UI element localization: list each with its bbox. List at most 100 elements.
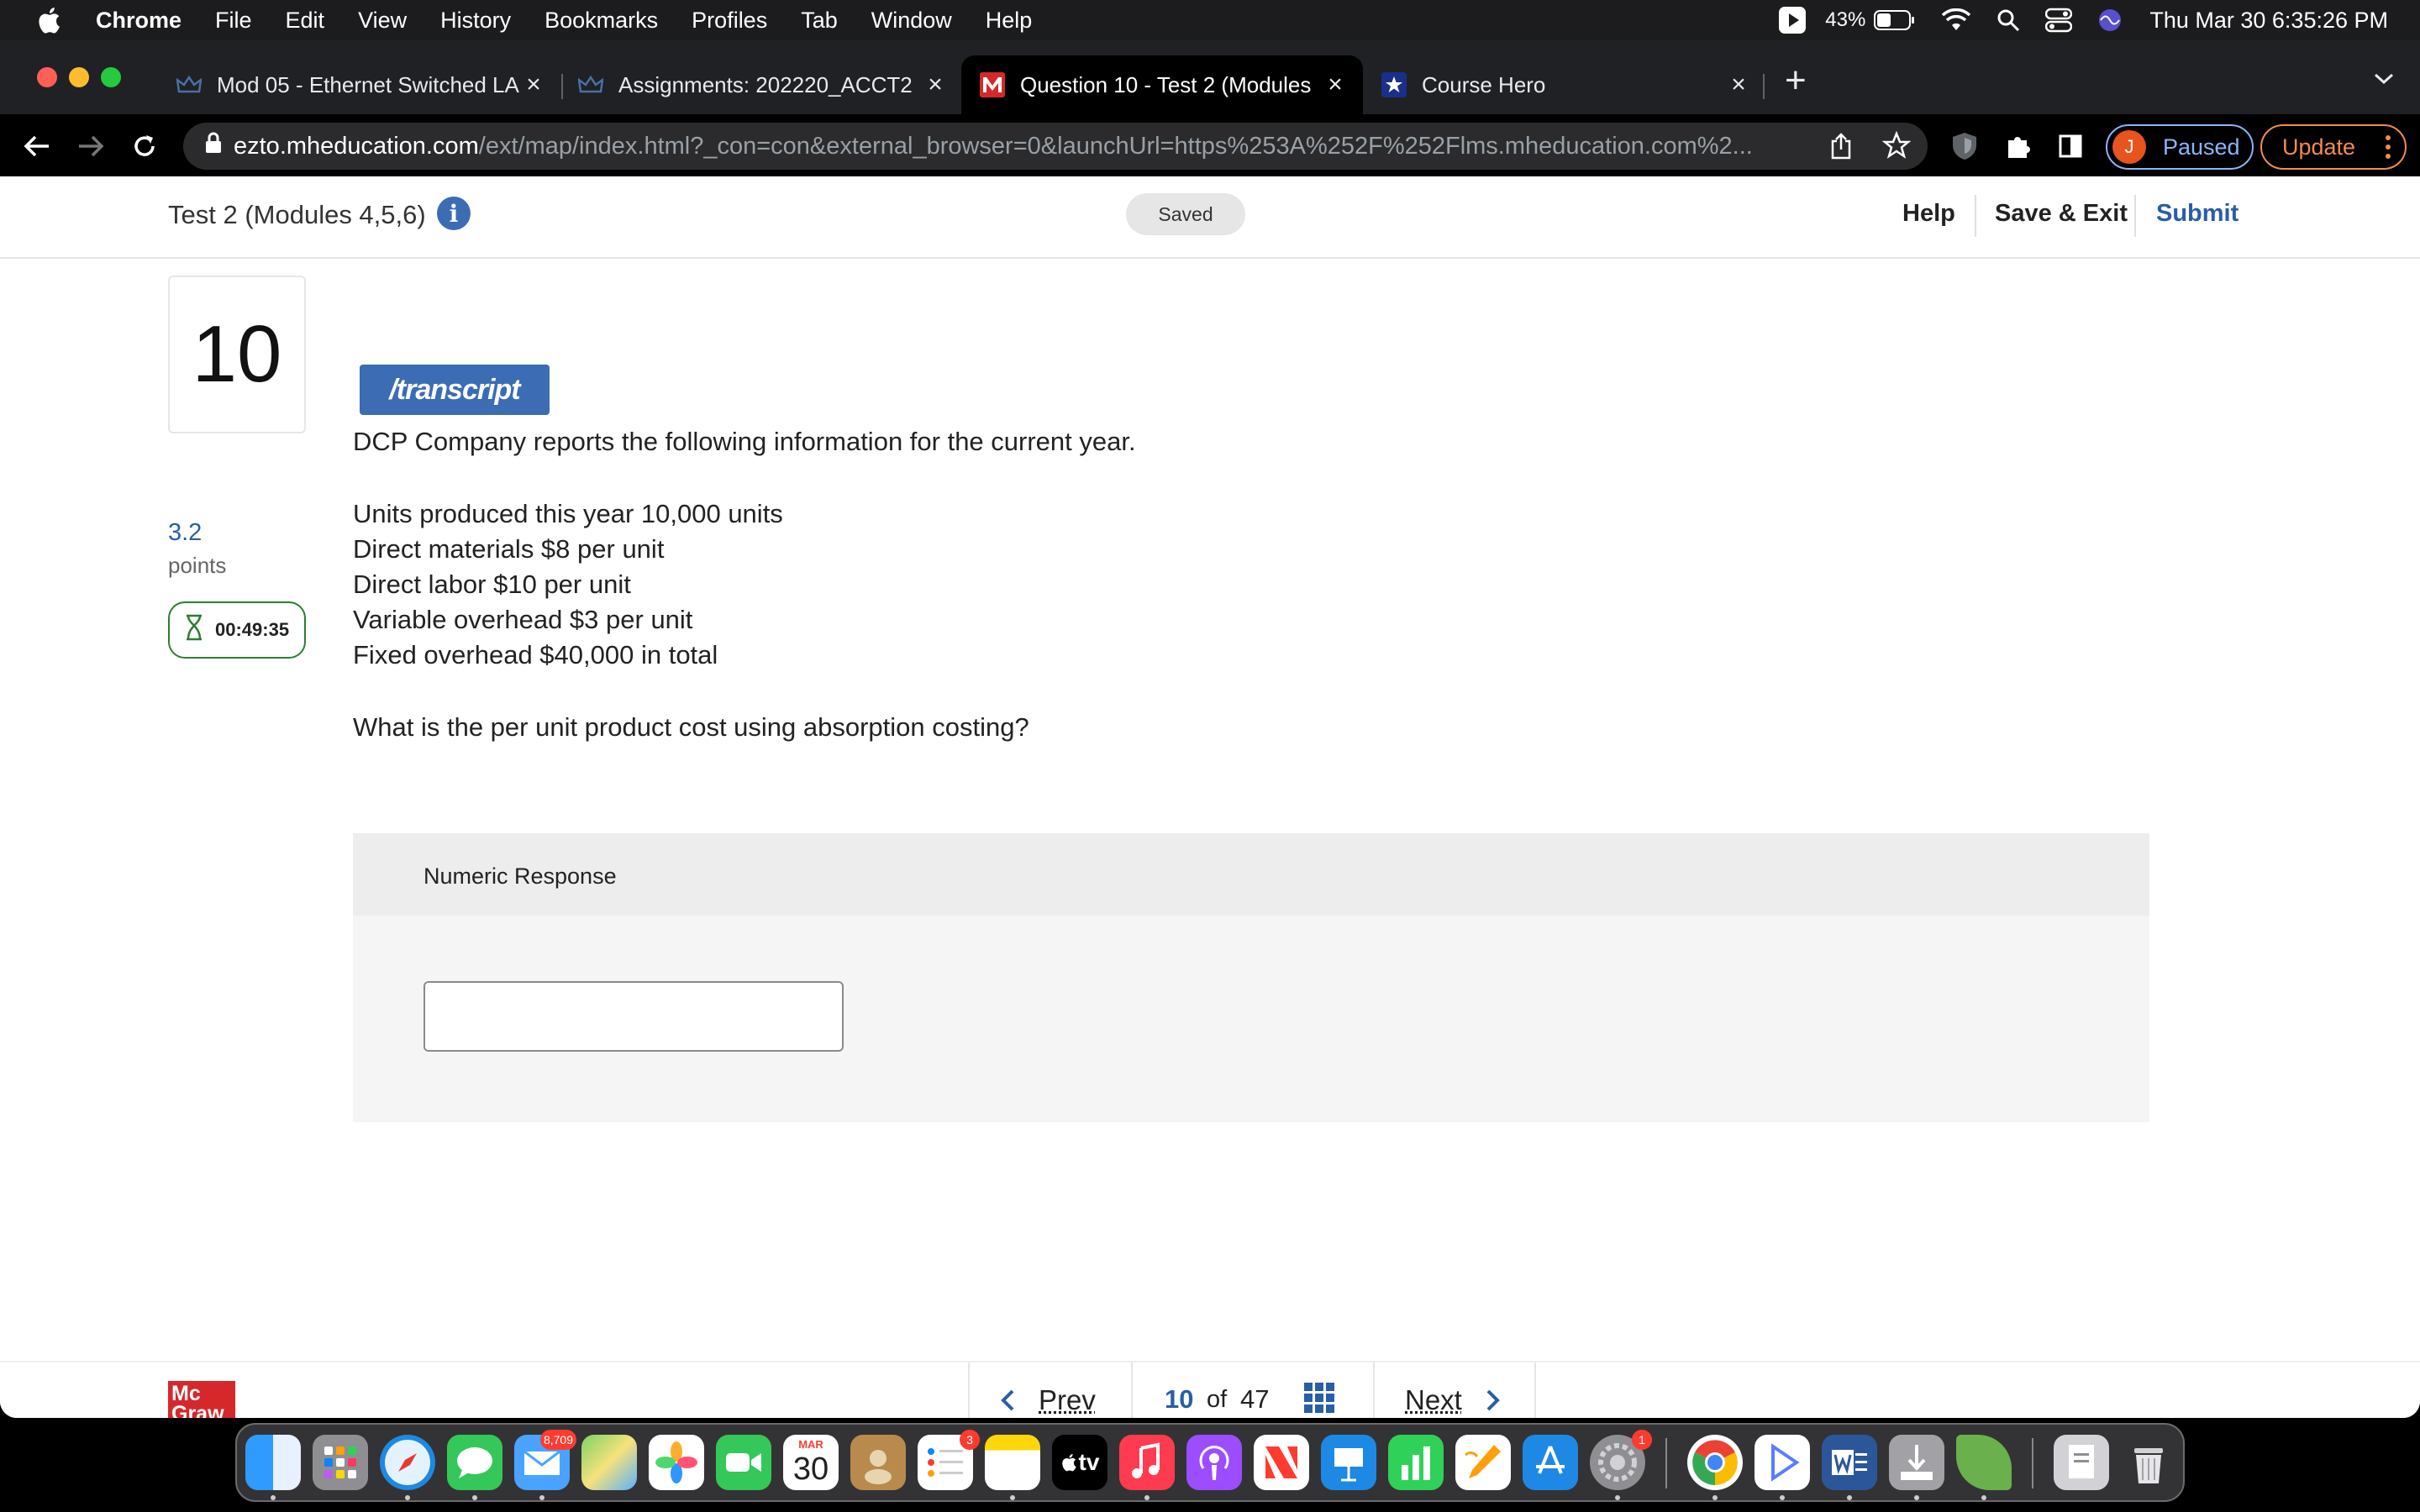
keynote-icon[interactable] bbox=[1321, 1435, 1376, 1490]
tab-assignments[interactable]: Assignments: 202220_ACCT2 × bbox=[578, 55, 948, 114]
running-indicator bbox=[1780, 1495, 1785, 1500]
tab-separator bbox=[1763, 74, 1765, 99]
app-store-icon[interactable] bbox=[1523, 1435, 1578, 1490]
mcgraw-hill-logo: Mc Graw Hill bbox=[168, 1381, 235, 1418]
forward-button[interactable] bbox=[72, 128, 109, 165]
kebab-menu-icon[interactable] bbox=[2385, 134, 2391, 165]
address-bar[interactable]: ezto.mheducation.com/ext/map/index.html?… bbox=[183, 123, 1928, 170]
tab-search-chevron-icon[interactable] bbox=[2373, 72, 2395, 90]
side-panel-icon[interactable] bbox=[2059, 134, 2082, 162]
tab-strip: Mod 05 - Ethernet Switched LA × Assignme… bbox=[0, 40, 2420, 114]
submit-link[interactable]: Submit bbox=[2156, 200, 2238, 228]
tab-mod05[interactable]: Mod 05 - Ethernet Switched LA × bbox=[176, 55, 546, 114]
fact-variable-overhead: Variable overhead $3 per unit bbox=[353, 605, 693, 634]
settings-badge: 1 bbox=[1632, 1430, 1652, 1450]
menu-tab[interactable]: Tab bbox=[801, 8, 838, 34]
mail-icon[interactable]: 8,709 bbox=[514, 1430, 576, 1490]
dock-separator bbox=[1665, 1438, 1667, 1488]
news-icon[interactable] bbox=[1254, 1435, 1309, 1490]
apple-menu-icon[interactable] bbox=[34, 5, 64, 35]
info-icon[interactable]: i bbox=[437, 197, 471, 230]
system-settings-icon[interactable]: 1 bbox=[1590, 1430, 1652, 1490]
profile-paused-button[interactable]: J Paused bbox=[2106, 124, 2254, 170]
trash-icon[interactable] bbox=[2121, 1435, 2176, 1490]
running-indicator bbox=[1010, 1495, 1015, 1500]
help-link[interactable]: Help bbox=[1902, 200, 1955, 228]
macos-dock: 8,709 MAR 30 3 tv 1 bbox=[235, 1423, 2185, 1502]
menu-edit[interactable]: Edit bbox=[286, 8, 325, 34]
launchpad-icon[interactable] bbox=[313, 1435, 368, 1490]
question-prompt: What is the per unit product cost using … bbox=[353, 712, 1029, 742]
mcgraw-m-icon bbox=[980, 72, 1005, 97]
zoom-window-button[interactable] bbox=[101, 67, 121, 87]
contacts-icon[interactable] bbox=[850, 1435, 906, 1490]
photos-icon[interactable] bbox=[649, 1435, 704, 1490]
spotlight-search-icon[interactable] bbox=[1996, 8, 2020, 32]
minimize-window-button[interactable] bbox=[69, 67, 89, 87]
menu-help[interactable]: Help bbox=[986, 8, 1033, 34]
menu-app-chrome[interactable]: Chrome bbox=[96, 8, 182, 34]
music-icon[interactable] bbox=[1119, 1435, 1175, 1490]
safari-icon[interactable] bbox=[380, 1435, 435, 1490]
leaf-app-icon[interactable] bbox=[1956, 1435, 2012, 1490]
wifi-icon[interactable] bbox=[1941, 8, 1971, 32]
shield-extension-icon[interactable] bbox=[1951, 131, 1978, 165]
play-app-icon[interactable] bbox=[1754, 1435, 1810, 1490]
next-button[interactable]: Next bbox=[1405, 1384, 1501, 1416]
battery-icon[interactable] bbox=[1874, 9, 1916, 31]
messages-icon[interactable] bbox=[447, 1435, 502, 1490]
chrome-icon[interactable] bbox=[1687, 1435, 1743, 1490]
finder-icon[interactable] bbox=[245, 1435, 301, 1490]
question-grid-icon[interactable] bbox=[1304, 1383, 1334, 1417]
reminders-icon[interactable]: 3 bbox=[918, 1430, 980, 1490]
tab-course-hero[interactable]: Course Hero × bbox=[1381, 55, 1751, 114]
header-separator bbox=[2134, 195, 2136, 237]
close-tab-icon[interactable]: × bbox=[1726, 71, 1751, 98]
control-center-icon[interactable] bbox=[2045, 8, 2073, 33]
menu-bookmarks[interactable]: Bookmarks bbox=[544, 8, 658, 34]
save-exit-link[interactable]: Save & Exit bbox=[1995, 200, 2128, 228]
menu-history[interactable]: History bbox=[440, 8, 511, 34]
question-number: 10 bbox=[168, 276, 306, 433]
notes-icon[interactable] bbox=[985, 1435, 1040, 1490]
bookmark-star-icon[interactable] bbox=[1881, 130, 1912, 166]
numbers-icon[interactable] bbox=[1388, 1435, 1444, 1490]
facetime-icon[interactable] bbox=[716, 1435, 771, 1490]
close-tab-icon[interactable]: × bbox=[521, 71, 546, 98]
documents-folder-icon[interactable] bbox=[2054, 1435, 2109, 1490]
reload-button[interactable] bbox=[126, 128, 163, 165]
url-text: ezto.mheducation.com/ext/map/index.html?… bbox=[234, 132, 1753, 160]
podcasts-icon[interactable] bbox=[1186, 1435, 1242, 1490]
share-icon[interactable] bbox=[1830, 133, 1852, 166]
back-button[interactable] bbox=[18, 128, 55, 165]
installer-icon[interactable] bbox=[1889, 1435, 1944, 1490]
pager-current: 10 bbox=[1165, 1384, 1194, 1414]
menu-file[interactable]: File bbox=[215, 8, 252, 34]
menu-profiles[interactable]: Profiles bbox=[692, 8, 767, 34]
pager-total: 47 bbox=[1240, 1384, 1270, 1414]
close-window-button[interactable] bbox=[37, 67, 57, 87]
new-tab-button[interactable]: + bbox=[1785, 62, 1807, 99]
menu-view[interactable]: View bbox=[358, 8, 407, 34]
prev-button[interactable]: Prev bbox=[1000, 1384, 1096, 1416]
test-header: Test 2 (Modules 4,5,6) i Saved Help Save… bbox=[0, 176, 2420, 259]
extensions-puzzle-icon[interactable] bbox=[2005, 133, 2032, 164]
transcript-button[interactable]: /transcript bbox=[360, 365, 550, 415]
pages-icon[interactable] bbox=[1455, 1435, 1511, 1490]
menubar-clock[interactable]: Thu Mar 30 6:35:26 PM bbox=[2149, 8, 2388, 34]
tab-question-10[interactable]: Question 10 - Test 2 (Modules × bbox=[961, 55, 1363, 114]
running-indicator bbox=[1712, 1495, 1718, 1500]
update-chrome-button[interactable]: Update bbox=[2260, 124, 2407, 170]
maps-icon[interactable] bbox=[581, 1435, 637, 1490]
calendar-icon[interactable]: MAR 30 bbox=[783, 1435, 839, 1490]
lock-icon[interactable] bbox=[205, 132, 222, 160]
siri-icon[interactable] bbox=[2097, 8, 2123, 33]
avatar: J bbox=[2112, 130, 2146, 164]
close-tab-icon[interactable]: × bbox=[923, 71, 948, 98]
apple-tv-icon[interactable]: tv bbox=[1052, 1435, 1107, 1490]
screen-record-icon[interactable] bbox=[1778, 6, 1807, 34]
menu-window[interactable]: Window bbox=[871, 8, 952, 34]
numeric-response-input[interactable] bbox=[424, 981, 844, 1052]
word-icon[interactable] bbox=[1822, 1435, 1877, 1490]
close-tab-icon[interactable]: × bbox=[1323, 71, 1348, 98]
